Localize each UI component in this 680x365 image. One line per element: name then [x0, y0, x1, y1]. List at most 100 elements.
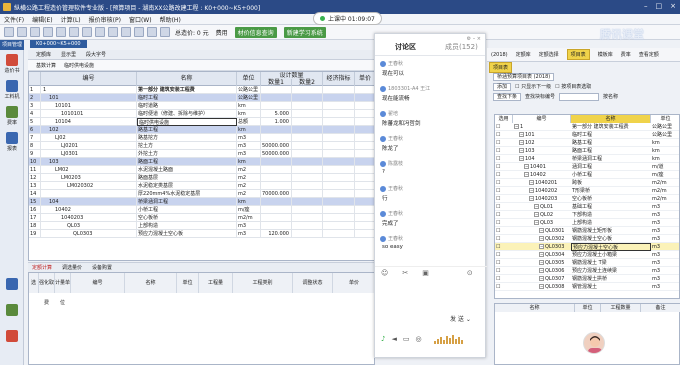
row-index-value[interactable]	[323, 174, 355, 182]
sidebar-item-cost-book[interactable]: 造价书	[1, 54, 23, 74]
table-row[interactable]: 3 10101 临时道路 km	[29, 102, 374, 110]
row-qty2[interactable]	[292, 182, 323, 190]
row-code[interactable]: − QL0302	[513, 235, 571, 243]
row-qty2[interactable]	[292, 94, 323, 102]
row-unit[interactable]: m3	[237, 230, 261, 238]
row-qty1[interactable]	[261, 134, 292, 142]
row-code[interactable]: LJ02	[41, 134, 137, 142]
row-index[interactable]: 12	[29, 174, 41, 182]
row-index-value[interactable]	[323, 182, 355, 190]
row-name[interactable]: 桥梁涵洞工程	[571, 155, 651, 163]
row-qty2[interactable]	[292, 126, 323, 134]
table-row[interactable]: 13 LM020302 水泥稳定类基层 m2	[29, 182, 374, 190]
table-row[interactable]: 14 厚220mm4%水泥稳定基层 m2 70000.000	[29, 190, 374, 198]
teacher-avatar[interactable]	[583, 332, 605, 354]
row-unit[interactable]: km	[237, 126, 261, 134]
print-icon[interactable]	[82, 27, 92, 37]
row-code[interactable]: 10101	[41, 102, 137, 110]
open-icon[interactable]	[17, 27, 27, 37]
project-manage-tab[interactable]: 项目管理	[0, 40, 24, 50]
row-index[interactable]: 18	[29, 222, 41, 230]
row-qty1[interactable]	[261, 198, 292, 206]
row-name[interactable]: 路面基层	[137, 174, 237, 182]
row-qty1[interactable]	[261, 102, 292, 110]
project-row[interactable]: ☐ − QL0308 钢管混凝土 m3	[495, 283, 679, 291]
row-code[interactable]: − QL0304	[513, 251, 571, 259]
project-row[interactable]: ☐ − QL01 基础工程 m3	[495, 203, 679, 211]
expand-icon[interactable]: −	[539, 236, 544, 241]
row-name[interactable]: 预应力混凝土空心板	[137, 230, 237, 238]
row-index-value[interactable]	[323, 206, 355, 214]
project-row[interactable]: ☐ − QL0306 预应力混凝土连续梁 m3	[495, 267, 679, 275]
tab-quota-calc[interactable]: 定额计算	[32, 264, 52, 271]
expand-icon[interactable]: −	[519, 140, 524, 145]
row-name[interactable]: T形梁桥	[571, 187, 651, 195]
row-code[interactable]: − QL0301	[513, 227, 571, 235]
project-row[interactable]: ☐ −1 第一部分 建筑安装工程费 公路公里	[495, 123, 679, 131]
row-index-value[interactable]	[323, 126, 355, 134]
row-price[interactable]	[355, 198, 374, 206]
table-row[interactable]: 2 101 临时工程 公路公里	[29, 94, 374, 102]
row-index-value[interactable]	[323, 142, 355, 150]
row-index[interactable]: 9	[29, 150, 41, 158]
emoji-icon[interactable]: ☺	[381, 269, 388, 277]
row-code[interactable]: 101	[41, 94, 137, 102]
project-table-select[interactable]: 桥涵预算项目表 (2018)	[493, 72, 555, 81]
row-name[interactable]: 空心板桥	[571, 195, 651, 203]
row-price[interactable]	[355, 102, 374, 110]
row-price[interactable]	[355, 110, 374, 118]
row-unit[interactable]: m/座	[237, 206, 261, 214]
row-code[interactable]: − QL0306	[513, 267, 571, 275]
row-checkbox[interactable]: ☐	[495, 235, 513, 243]
row-price[interactable]	[355, 126, 374, 134]
row-price[interactable]	[355, 182, 374, 190]
row-price[interactable]	[355, 118, 374, 126]
expand-icon[interactable]: −	[539, 244, 544, 249]
row-code[interactable]: −104	[513, 155, 571, 163]
sidebar-item-fee-group[interactable]	[1, 330, 23, 343]
right-tab-quota-lib[interactable]: 定额库	[516, 51, 531, 58]
search-input[interactable]	[559, 92, 600, 101]
project-row[interactable]: ☐ − QL02 下部构造 m3	[495, 211, 679, 219]
row-code[interactable]: 1010101	[41, 110, 137, 118]
row-price[interactable]	[355, 158, 374, 166]
row-price[interactable]	[355, 134, 374, 142]
checkbox-by-table[interactable]: ☐ 按项目表选取	[555, 83, 591, 90]
row-index[interactable]: 3	[29, 102, 41, 110]
row-name[interactable]: 路基挖方	[137, 134, 237, 142]
row-qty1[interactable]: 5.000	[261, 110, 292, 118]
row-code[interactable]: 1040203	[41, 214, 137, 222]
right-tab-view-quota[interactable]: 查看定额	[639, 51, 659, 58]
row-index[interactable]: 15	[29, 198, 41, 206]
row-code[interactable]: 102	[41, 126, 137, 134]
tab-large-font[interactable]: 段大字号	[86, 51, 106, 58]
menu-help[interactable]: 帮助(H)	[160, 15, 181, 24]
row-unit[interactable]: m3	[237, 134, 261, 142]
chat-window-controls[interactable]: ⚙ – ×	[467, 36, 481, 42]
row-index[interactable]: 14	[29, 190, 41, 198]
project-row[interactable]: ☐ − QL0302 钢筋混凝土空心板 m3	[495, 235, 679, 243]
project-row[interactable]: ☐ − QL0307 钢筋混凝土拱桥 m3	[495, 275, 679, 283]
row-index-value[interactable]	[323, 102, 355, 110]
row-name[interactable]: 桥梁涵洞工程	[137, 198, 237, 206]
table-row[interactable]: 1 1 第一部分 建筑安装工程费 公路公里	[29, 86, 374, 94]
row-checkbox[interactable]: ☐	[495, 275, 513, 283]
row-name[interactable]: 预应力混凝土小箱梁	[571, 251, 651, 259]
speaker-icon[interactable]: ◄	[391, 335, 396, 343]
camera-icon[interactable]: ◎	[415, 335, 421, 343]
row-name[interactable]: 涵洞工程	[571, 163, 651, 171]
row-unit[interactable]: 公路公里	[237, 86, 261, 94]
project-row[interactable]: ☐ −101 临时工程 公路公里	[495, 131, 679, 139]
right-tab-quota-select[interactable]: 定额选择	[539, 51, 559, 58]
row-index[interactable]: 10	[29, 158, 41, 166]
menu-edit[interactable]: 编辑(E)	[32, 15, 52, 24]
row-price[interactable]	[355, 214, 374, 222]
find-next-button[interactable]: 查找下条	[493, 92, 522, 101]
project-row[interactable]: ☐ − QL0303 预应力混凝土空心板 m3	[495, 243, 679, 251]
table-row[interactable]: 12 LM0203 路面基层 m2	[29, 174, 374, 182]
row-checkbox[interactable]: ☐	[495, 251, 513, 259]
redo-icon[interactable]	[56, 27, 66, 37]
row-code[interactable]: − QL0307	[513, 275, 571, 283]
row-code[interactable]: − QL03	[513, 219, 571, 227]
row-qty1[interactable]: 50000.000	[261, 142, 292, 150]
